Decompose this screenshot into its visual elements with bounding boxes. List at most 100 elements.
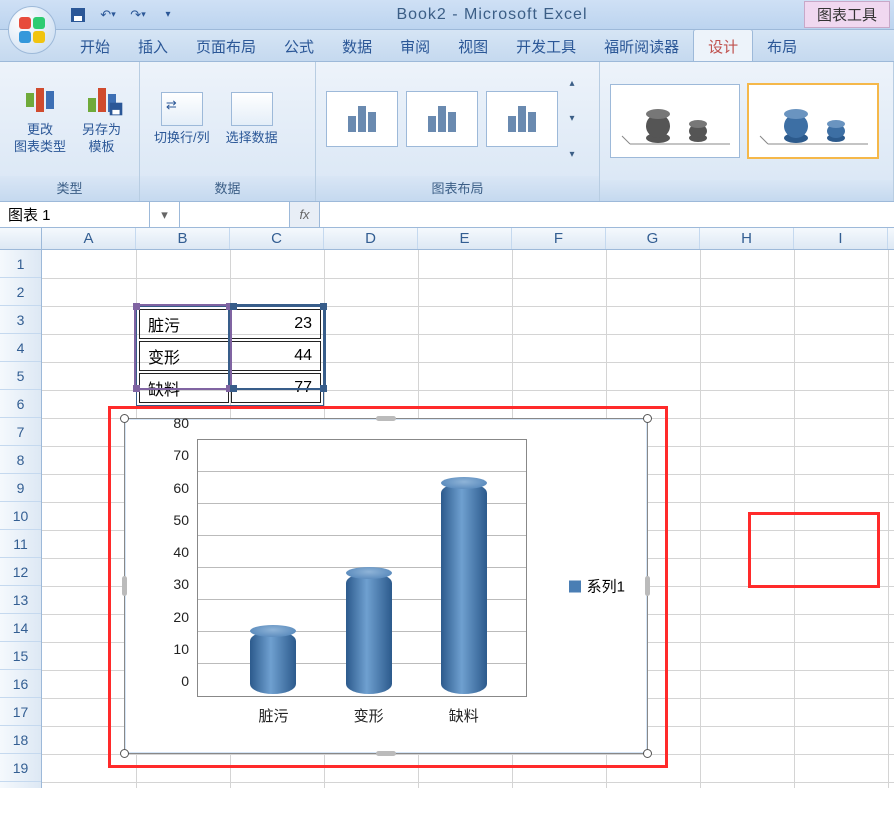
row-header[interactable]: 6	[0, 390, 41, 418]
tab-formulas[interactable]: 公式	[270, 30, 328, 61]
col-header-E[interactable]: E	[418, 228, 512, 249]
y-tick-label: 20	[173, 609, 189, 625]
chart-style-1[interactable]	[610, 84, 740, 158]
bar-3[interactable]: 缺料	[441, 483, 487, 694]
col-header-A[interactable]: A	[42, 228, 136, 249]
undo-icon[interactable]: ↶▾	[96, 4, 120, 26]
row-header[interactable]: 8	[0, 446, 41, 474]
row-header[interactable]: 13	[0, 586, 41, 614]
layout-scroll-up-icon[interactable]: ▴	[564, 78, 580, 89]
row-header[interactable]: 5	[0, 362, 41, 390]
tab-foxit[interactable]: 福昕阅读器	[590, 30, 693, 61]
office-button[interactable]	[4, 2, 60, 58]
chart-resize-handle[interactable]	[643, 414, 652, 423]
chart-style-2-selected[interactable]	[748, 84, 878, 158]
row-header[interactable]: 10	[0, 502, 41, 530]
group-label-chart-styles	[600, 180, 893, 201]
chart-resize-handle[interactable]	[376, 416, 396, 421]
chart-plot-area[interactable]: 0 10 20 30 40 50 60 70 80	[157, 439, 527, 711]
tab-page-layout[interactable]: 页面布局	[182, 30, 270, 61]
template-icon	[84, 82, 120, 118]
cell-B5[interactable]: 缺料	[139, 373, 229, 403]
embedded-chart[interactable]: 0 10 20 30 40 50 60 70 80	[124, 418, 648, 754]
chart-tools-context-tab: 图表工具	[804, 1, 890, 28]
bar-1[interactable]: 脏污	[250, 631, 296, 694]
cell-B4[interactable]: 变形	[139, 341, 229, 371]
legend-swatch	[569, 580, 581, 592]
change-chart-type-button[interactable]: 更改 图表类型	[8, 80, 72, 158]
col-header-B[interactable]: B	[136, 228, 230, 249]
tab-design[interactable]: 设计	[693, 29, 753, 61]
select-data-button[interactable]: 选择数据	[220, 90, 284, 149]
tab-view[interactable]: 视图	[444, 30, 502, 61]
range-handle[interactable]	[133, 385, 140, 392]
bar-2[interactable]: 变形	[346, 573, 392, 694]
range-handle[interactable]	[320, 303, 327, 310]
tab-data[interactable]: 数据	[328, 30, 386, 61]
formula-bar: 图表 1 ▾ ✕ ✓ fx	[0, 202, 894, 228]
col-header-H[interactable]: H	[700, 228, 794, 249]
range-handle[interactable]	[133, 303, 140, 310]
row-header[interactable]: 3	[0, 306, 41, 334]
row-header[interactable]: 19	[0, 754, 41, 782]
col-header-F[interactable]: F	[512, 228, 606, 249]
y-tick-label: 10	[173, 641, 189, 657]
range-handle[interactable]	[230, 303, 237, 310]
chart-resize-handle[interactable]	[643, 749, 652, 758]
formula-input[interactable]	[320, 202, 894, 227]
row-header[interactable]: 7	[0, 418, 41, 446]
col-header-D[interactable]: D	[324, 228, 418, 249]
layout-scroll-down-icon[interactable]: ▾	[564, 113, 580, 124]
row-header[interactable]: 16	[0, 670, 41, 698]
qat-customize-icon[interactable]: ▾	[156, 4, 180, 26]
chart-layout-3[interactable]	[486, 91, 558, 147]
chart-resize-handle[interactable]	[376, 751, 396, 756]
col-header-I[interactable]: I	[794, 228, 888, 249]
row-header[interactable]: 17	[0, 698, 41, 726]
group-label-type: 类型	[0, 176, 139, 201]
tab-insert[interactable]: 插入	[124, 30, 182, 61]
row-header[interactable]: 9	[0, 474, 41, 502]
row-header[interactable]: 12	[0, 558, 41, 586]
chart-resize-handle[interactable]	[120, 414, 129, 423]
row-header[interactable]: 11	[0, 530, 41, 558]
chart-resize-handle[interactable]	[122, 576, 127, 596]
row-header[interactable]: 18	[0, 726, 41, 754]
cell-C3[interactable]: 23	[231, 309, 321, 339]
name-box-dropdown-icon[interactable]: ▾	[150, 202, 180, 227]
chart-resize-handle[interactable]	[645, 576, 650, 596]
cell-grid[interactable]: 脏污23 变形44 缺料77	[42, 250, 894, 788]
col-header-C[interactable]: C	[230, 228, 324, 249]
tab-developer[interactable]: 开发工具	[502, 30, 590, 61]
tab-review[interactable]: 审阅	[386, 30, 444, 61]
name-box[interactable]: 图表 1	[0, 202, 150, 227]
x-tick-label: 缺料	[434, 705, 494, 726]
row-header[interactable]: 20	[0, 782, 41, 788]
cell-C5[interactable]: 77	[231, 373, 321, 403]
chart-layout-1[interactable]	[326, 91, 398, 147]
save-as-template-button[interactable]: 另存为 模板	[76, 80, 127, 158]
tab-home[interactable]: 开始	[66, 30, 124, 61]
row-header[interactable]: 15	[0, 642, 41, 670]
range-handle[interactable]	[320, 385, 327, 392]
bar-chart-icon	[22, 82, 58, 118]
row-header[interactable]: 1	[0, 250, 41, 278]
tab-layout[interactable]: 布局	[753, 30, 801, 61]
save-icon[interactable]	[66, 4, 90, 26]
chart-layout-2[interactable]	[406, 91, 478, 147]
row-header[interactable]: 14	[0, 614, 41, 642]
chart-legend[interactable]: 系列1	[569, 576, 625, 597]
cell-B3[interactable]: 脏污	[139, 309, 229, 339]
group-label-data: 数据	[140, 176, 315, 201]
row-header[interactable]: 2	[0, 278, 41, 306]
layout-more-icon[interactable]: ▾	[564, 149, 580, 160]
cell-C4[interactable]: 44	[231, 341, 321, 371]
switch-row-column-button[interactable]: ⇄ 切换行/列	[148, 90, 216, 149]
select-all-corner[interactable]	[0, 228, 42, 249]
chart-resize-handle[interactable]	[120, 749, 129, 758]
col-header-G[interactable]: G	[606, 228, 700, 249]
row-header[interactable]: 4	[0, 334, 41, 362]
fx-icon[interactable]: fx	[290, 202, 320, 227]
range-handle[interactable]	[230, 385, 237, 392]
redo-icon[interactable]: ↷▾	[126, 4, 150, 26]
